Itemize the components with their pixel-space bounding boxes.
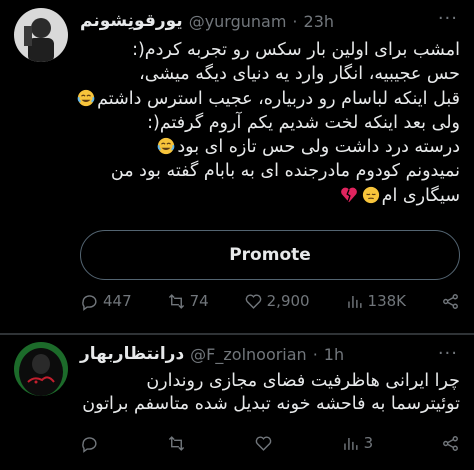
tears-of-joy-emoji-icon bbox=[158, 138, 175, 155]
retweet-icon bbox=[168, 293, 184, 309]
heart-icon bbox=[255, 435, 272, 451]
tears-of-joy-emoji-icon bbox=[77, 89, 95, 106]
timestamp[interactable]: 23h bbox=[304, 12, 335, 31]
reply-actions: 3 bbox=[80, 432, 460, 454]
separator-dot: · bbox=[312, 344, 318, 364]
tweet-line: ولی بعد اینکه لخت شدیم یکم آروم گرفتم(: bbox=[147, 112, 460, 133]
retweet-count: 74 bbox=[189, 292, 209, 310]
reply-text: چرا ایرانی هاظرفیت فضای مجازی روندارن تو… bbox=[80, 370, 460, 416]
reply-avatar[interactable] bbox=[14, 342, 68, 396]
tweet-text: امشب برای اولین بار سکس رو تجربه کردم(: … bbox=[77, 38, 460, 208]
reply-handle[interactable]: @F_zolnoorian bbox=[190, 345, 307, 364]
reply-icon bbox=[82, 436, 97, 453]
tweet-header: یورقونِشونم @yurgunam · 23h bbox=[80, 11, 334, 31]
reply-display-name[interactable]: درانتظاربهار bbox=[80, 344, 184, 364]
promote-button[interactable]: Promote bbox=[80, 230, 460, 280]
reply-header: درانتظاربهار @F_zolnoorian · 1h bbox=[80, 344, 344, 364]
display-name[interactable]: یورقونِشونم bbox=[80, 11, 183, 31]
heart-icon bbox=[245, 293, 261, 309]
view-count: 138K bbox=[367, 292, 407, 310]
reply-reply-button[interactable] bbox=[80, 432, 99, 454]
tweet-line: نمیدونم کودوم مادرجنده ای به بابام گفته … bbox=[110, 161, 460, 182]
reply-views-button[interactable]: 3 bbox=[341, 432, 374, 454]
retweet-icon bbox=[168, 435, 184, 451]
retweet-button[interactable]: 74 bbox=[167, 290, 209, 312]
tweet-line: درسته درد داشت ولی حس تازه ای بود bbox=[80, 135, 460, 159]
reply-more-options-icon[interactable]: ··· bbox=[438, 343, 458, 364]
broken-heart-emoji-icon bbox=[340, 187, 357, 202]
more-options-icon[interactable]: ··· bbox=[438, 8, 458, 29]
reply-button[interactable]: 447 bbox=[80, 290, 132, 312]
like-count: 2,900 bbox=[266, 292, 310, 310]
reply-retweet-button[interactable] bbox=[167, 432, 186, 454]
share-icon bbox=[443, 293, 458, 309]
reply-like-button[interactable] bbox=[254, 432, 273, 454]
pensive-face-emoji-icon bbox=[362, 186, 379, 203]
reply-view-count: 3 bbox=[363, 434, 374, 452]
analytics-icon bbox=[343, 437, 358, 450]
views-button[interactable]: 138K bbox=[345, 290, 406, 312]
share-button[interactable] bbox=[441, 290, 460, 312]
reply-share-button[interactable] bbox=[441, 432, 460, 454]
like-button[interactable]: 2,900 bbox=[244, 290, 310, 312]
tweet-line: امشب برای اولین بار سکس رو تجربه کردم(: bbox=[132, 40, 460, 60]
reply-line: توئیترسما به فاحشه خونه تبدیل شده متاسفم… bbox=[82, 394, 460, 414]
analytics-icon bbox=[347, 295, 362, 308]
avatar[interactable] bbox=[14, 8, 68, 62]
divider bbox=[0, 334, 474, 335]
separator-dot: · bbox=[292, 11, 298, 31]
handle[interactable]: @yurgunam bbox=[189, 12, 287, 31]
tweet-actions: 447 74 2,900 138K bbox=[80, 290, 460, 312]
tweet-line: قبل اینکه لباسام رو دربیاره، عجیب استرس … bbox=[77, 87, 460, 111]
reply-line: چرا ایرانی هاظرفیت فضای مجازی روندارن bbox=[146, 371, 460, 391]
reply-count: 447 bbox=[103, 292, 132, 310]
reply-timestamp[interactable]: 1h bbox=[324, 345, 344, 364]
tweet-line: سیگاری ام bbox=[80, 184, 460, 208]
reply-icon bbox=[82, 294, 97, 311]
share-icon bbox=[443, 435, 458, 451]
tweet-line: حس عجیبیه، انگار وارد یه دنیای دیگه میشی… bbox=[139, 64, 460, 85]
